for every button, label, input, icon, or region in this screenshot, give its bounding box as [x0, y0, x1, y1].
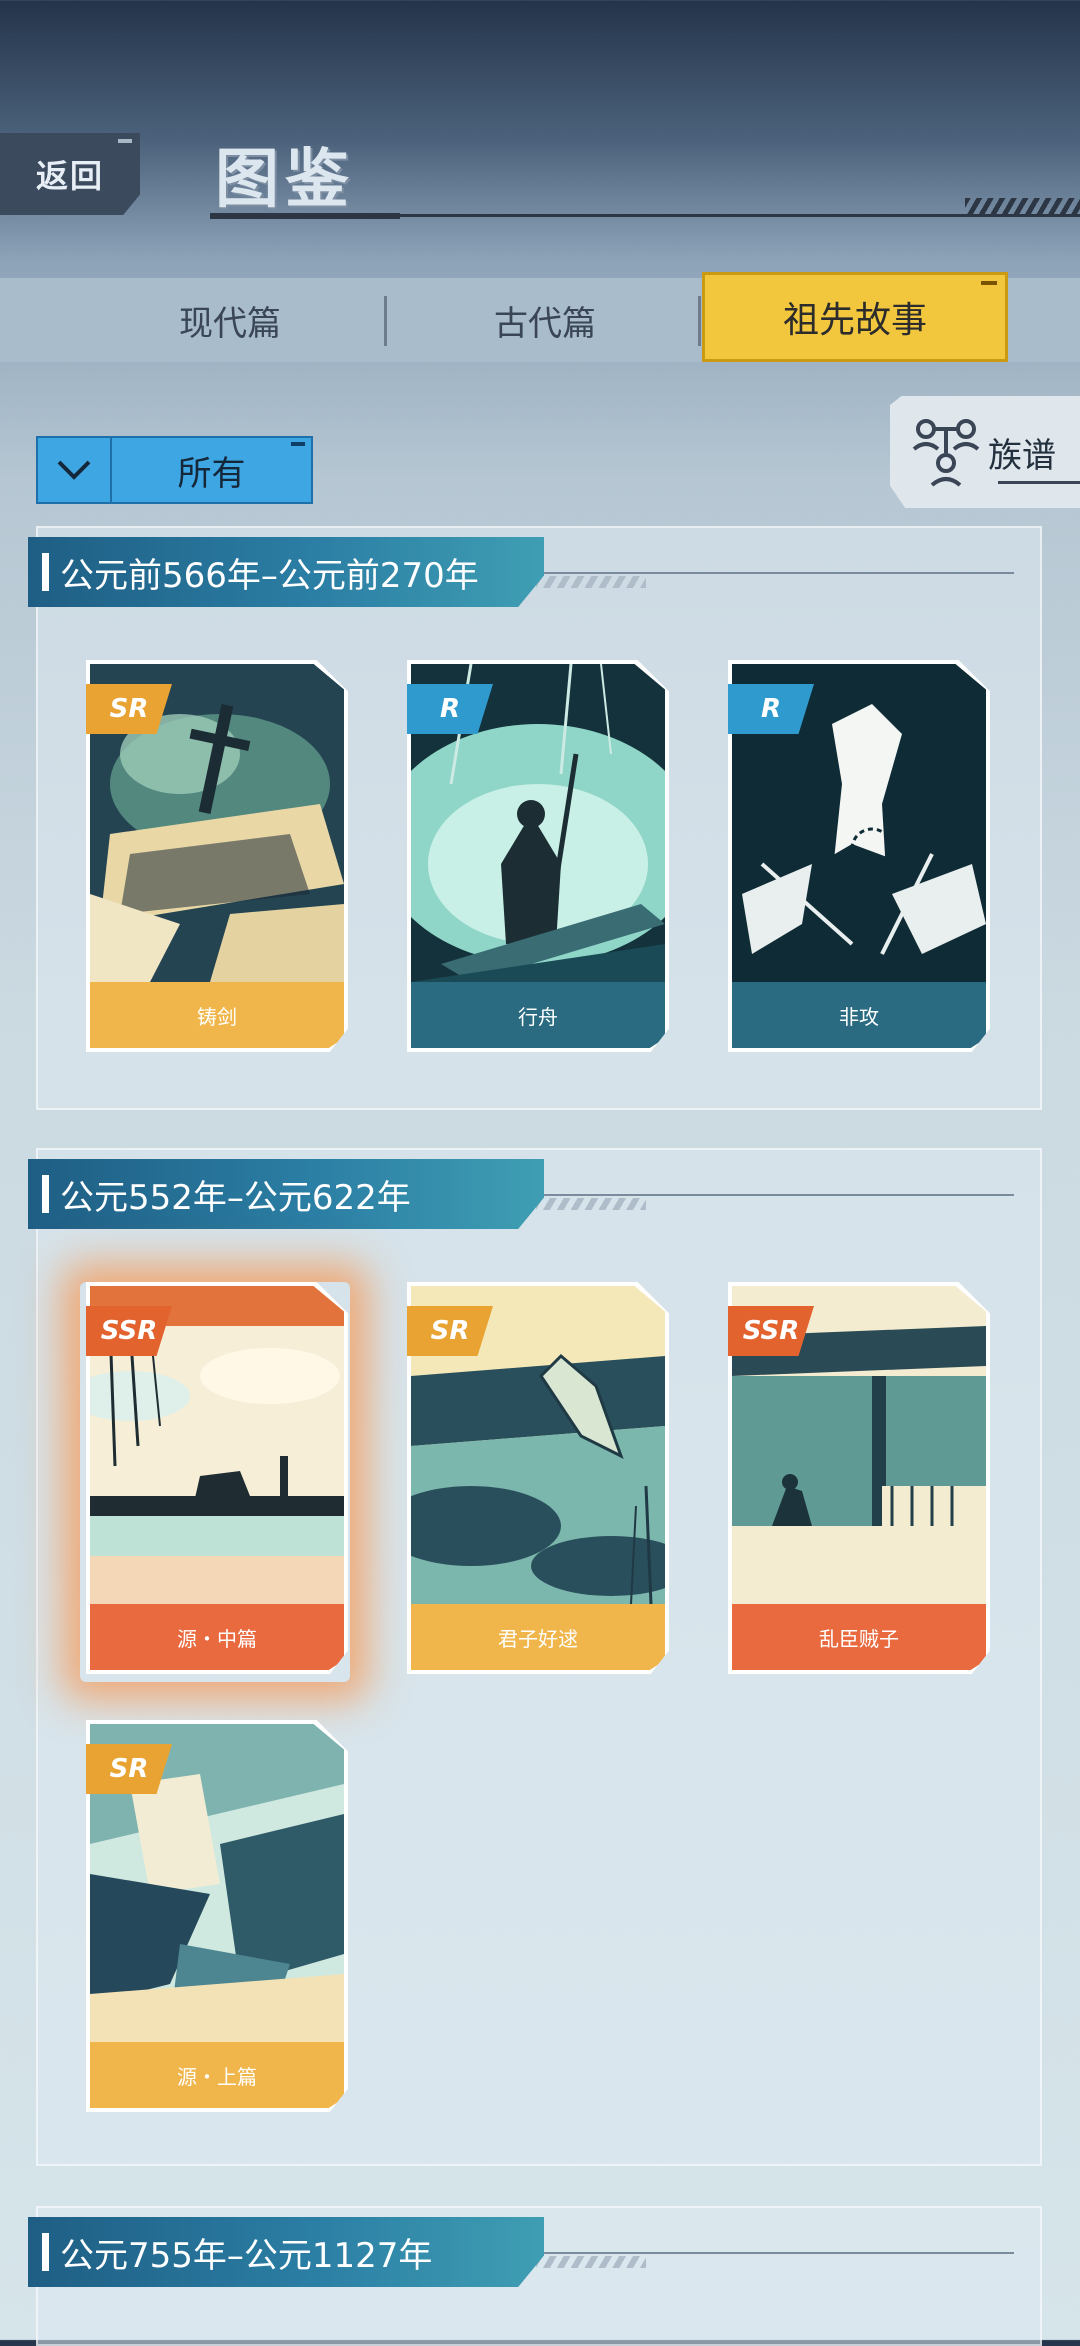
page-title: 图鉴 [215, 143, 355, 217]
card-title: 君子好逑 [411, 1604, 665, 1670]
era-stripes [536, 576, 646, 588]
header-stripes [965, 198, 1080, 214]
era-stripes [536, 2256, 646, 2268]
card-title: 铸剑 [90, 982, 344, 1048]
era-stripes [536, 1198, 646, 1210]
story-card[interactable]: SSR 乱臣贼子 [728, 1282, 990, 1674]
story-card[interactable]: R 非攻 [728, 660, 990, 1052]
era-divider [544, 2252, 1014, 2254]
story-card[interactable]: SR 铸剑 [86, 660, 348, 1052]
filter-selected-label: 所有 [177, 453, 246, 494]
card-title: 源・上篇 [90, 2042, 344, 2108]
tab-separator [698, 296, 701, 346]
card-title: 行舟 [411, 982, 665, 1048]
title-divider-accent [210, 213, 400, 219]
family-tree-icon [910, 413, 984, 491]
story-card[interactable]: R 行舟 [407, 660, 669, 1052]
card-title: 非攻 [732, 982, 986, 1048]
story-card[interactable]: SR 源・上篇 [86, 1720, 348, 2112]
tab-separator [384, 296, 387, 346]
tab-modern[interactable]: 现代篇 [80, 278, 380, 362]
family-tree-button[interactable]: 族谱 [890, 396, 1080, 508]
back-button[interactable]: 返回 [0, 133, 140, 215]
card-title: 乱臣贼子 [732, 1604, 986, 1670]
tab-ancient[interactable]: 古代篇 [395, 278, 695, 362]
card-title: 源・中篇 [90, 1604, 344, 1670]
story-card[interactable]: SR 君子好逑 [407, 1282, 669, 1674]
era-header: 公元552年–公元622年 [28, 1159, 544, 1229]
story-card[interactable]: SSR 源・中篇 [86, 1282, 348, 1674]
family-tree-underline [998, 481, 1080, 484]
filter-dropdown[interactable]: 所有 [36, 436, 313, 504]
tab-ancestor-stories[interactable]: 祖先故事 [702, 272, 1008, 362]
family-tree-label: 族谱 [988, 435, 1056, 476]
era-divider [544, 1194, 1014, 1196]
era-divider [544, 572, 1014, 574]
chevron-down-icon [38, 438, 112, 502]
era-header: 公元前566年–公元前270年 [28, 537, 544, 607]
era-header: 公元755年–公元1127年 [28, 2217, 544, 2287]
